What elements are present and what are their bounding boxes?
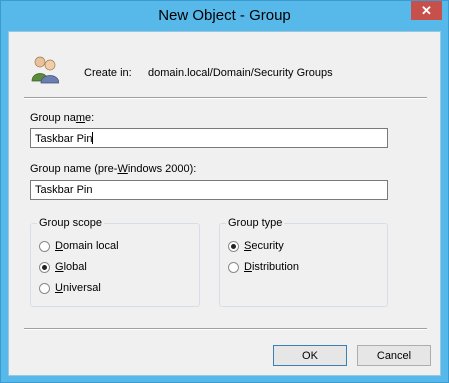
radio-global[interactable]: Global xyxy=(39,261,87,273)
group-name-pre2000-input[interactable]: Taskbar Pin xyxy=(30,180,388,200)
separator-bottom xyxy=(24,328,427,330)
cancel-button[interactable]: Cancel xyxy=(357,345,431,366)
group-name-label: Group name: xyxy=(30,112,95,124)
radio-indicator xyxy=(39,282,50,294)
group-type-legend: Group type xyxy=(226,217,285,229)
window-title: New Object - Group xyxy=(158,7,291,24)
radio-distribution[interactable]: Distribution xyxy=(228,261,299,273)
group-scope-legend: Group scope xyxy=(37,217,104,229)
create-in-path: domain.local/Domain/Security Groups xyxy=(148,67,333,79)
separator-top xyxy=(24,97,427,99)
ok-button[interactable]: OK xyxy=(273,345,347,366)
group-name-pre2000-label: Group name (pre-Windows 2000): xyxy=(30,163,197,175)
dialog-body: Create in: domain.local/Domain/Security … xyxy=(8,31,441,376)
dialog-window: New Object - Group ✕ Create in: domain.l… xyxy=(0,0,449,383)
group-type-box: Group type Security Distribution xyxy=(219,217,388,307)
radio-indicator-selected xyxy=(39,261,50,273)
group-scope-box: Group scope Domain local Global Universa… xyxy=(30,217,200,307)
title-bar[interactable]: New Object - Group ✕ xyxy=(1,1,448,31)
create-in-label: Create in: xyxy=(84,67,132,79)
radio-universal[interactable]: Universal xyxy=(39,282,101,294)
radio-indicator xyxy=(39,240,50,252)
close-button[interactable]: ✕ xyxy=(411,1,442,20)
radio-security[interactable]: Security xyxy=(228,240,284,252)
radio-domain-local[interactable]: Domain local xyxy=(39,240,119,252)
group-name-input[interactable]: Taskbar Pin xyxy=(30,128,388,148)
users-group-icon xyxy=(31,56,59,84)
text-caret xyxy=(92,132,94,144)
radio-indicator-selected xyxy=(228,240,239,252)
radio-indicator xyxy=(228,261,239,273)
close-icon: ✕ xyxy=(421,2,432,18)
